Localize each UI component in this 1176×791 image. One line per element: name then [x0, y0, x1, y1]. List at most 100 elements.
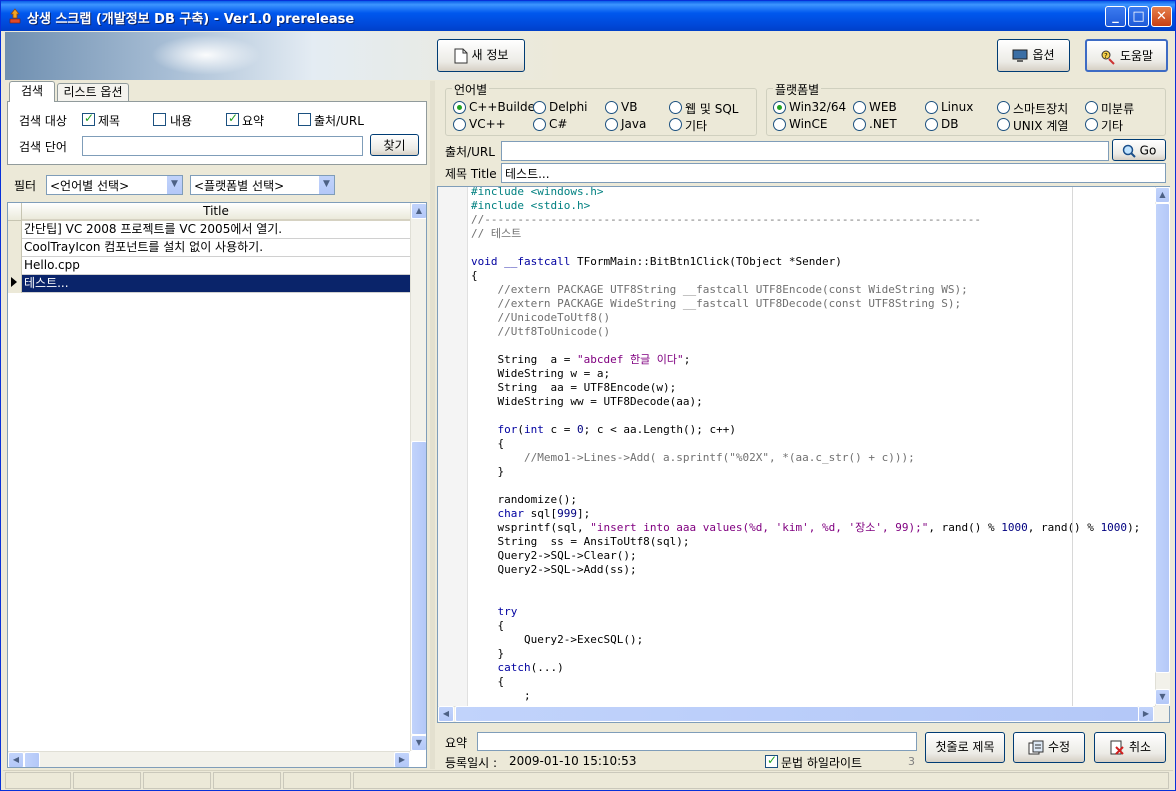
scroll-up-icon[interactable]: ▲ — [411, 203, 426, 219]
find-label: 찾기 — [383, 138, 406, 153]
platform-filter-select[interactable]: <플랫폼별 선택> ▼ — [190, 175, 335, 195]
list-row-title: 간단팁] VC 2008 프로젝트를 VC 2005에서 열기. — [24, 222, 283, 236]
tab-search[interactable]: 검색 — [9, 81, 55, 102]
scroll-down-icon[interactable]: ▼ — [411, 735, 426, 751]
search-keyword-label: 검색 단어 — [19, 140, 67, 154]
lang-radio-java[interactable] — [605, 118, 618, 131]
editor-horizontal-scrollbar[interactable]: ◀ ▶ — [438, 706, 1155, 722]
plat-radio-db[interactable] — [925, 118, 938, 131]
lang-radio-vcpp[interactable] — [453, 118, 466, 131]
help-button[interactable]: ? 도움말 — [1085, 39, 1168, 72]
code-line: //Utf8ToUnicode() — [471, 325, 611, 338]
plat-radio-other[interactable] — [1085, 118, 1098, 131]
plat-label-unclassified: 미분류 — [1101, 102, 1135, 116]
lang-label-delphi: Delphi — [549, 100, 588, 114]
scroll-left-icon[interactable]: ◀ — [8, 752, 24, 767]
plat-radio-linux[interactable] — [925, 101, 938, 114]
plat-radio-unix[interactable] — [997, 118, 1010, 131]
maximize-button[interactable]: □ — [1128, 6, 1149, 27]
source-url-input[interactable] — [501, 141, 1109, 161]
code-line: String aa = UTF8Encode(w); — [471, 381, 677, 394]
go-label: Go — [1139, 143, 1157, 158]
list-scroll-thumb[interactable] — [411, 441, 426, 735]
lang-radio-delphi[interactable] — [533, 101, 546, 114]
scroll-right-icon[interactable]: ▶ — [394, 752, 410, 767]
lang-radio-csharp[interactable] — [533, 118, 546, 131]
column-title-label: Title — [203, 204, 229, 218]
close-button[interactable]: ✕ — [1151, 6, 1172, 27]
target-summary-checkbox[interactable] — [226, 111, 239, 126]
plat-label-other: 기타 — [1101, 119, 1124, 133]
tab-list-options[interactable]: 리스트 옵션 — [57, 83, 129, 101]
list-row[interactable]: 간단팁] VC 2008 프로젝트를 VC 2005에서 열기. — [22, 221, 410, 239]
search-keyword-input[interactable] — [82, 136, 363, 156]
language-filter-select[interactable]: <언어별 선택> ▼ — [46, 175, 183, 195]
code-text: #include <windows.h> #include <stdio.h>//… — [471, 187, 1140, 703]
list-hscroll-thumb[interactable] — [24, 752, 40, 767]
list-row-title: Hello.cpp — [24, 258, 80, 272]
cancel-button[interactable]: 취소 — [1094, 732, 1166, 763]
lang-radio-vb[interactable] — [605, 101, 618, 114]
search-target-label: 검색 대상 — [19, 114, 67, 128]
list-row-title: 테스트... — [24, 276, 69, 290]
target-source-label: 출처/URL — [314, 114, 364, 128]
code-line: String a = "abcdef 한글 이다"; — [471, 353, 691, 366]
code-line: //UnicodeToUtf8() — [471, 311, 611, 324]
app-icon — [9, 8, 21, 24]
code-line: { — [471, 619, 505, 632]
list-horizontal-scrollbar[interactable]: ◀ ▶ — [8, 751, 410, 767]
syntax-highlight-checkbox[interactable] — [765, 753, 778, 768]
target-title-checkbox[interactable] — [82, 111, 95, 126]
chevron-down-icon: ▼ — [318, 176, 334, 194]
title-list-grid[interactable]: Title 간단팁] VC 2008 프로젝트를 VC 2005에서 열기. C… — [7, 202, 427, 768]
code-line: Query2->SQL->Clear(); — [471, 549, 637, 562]
plat-radio-web[interactable] — [853, 101, 866, 114]
code-editor[interactable]: #include <windows.h> #include <stdio.h>//… — [438, 187, 1155, 706]
first-line-title-button[interactable]: 첫줄로 제목 — [925, 732, 1005, 763]
code-line: WideString ww = UTF8Decode(aa); — [471, 395, 703, 408]
edit-button[interactable]: 수정 — [1013, 732, 1085, 763]
list-row-selected[interactable]: 테스트... — [22, 275, 410, 293]
lang-radio-other[interactable] — [669, 118, 682, 131]
plat-radio-win32[interactable] — [773, 101, 786, 114]
title-field-input[interactable]: 테스트... — [501, 163, 1166, 183]
plat-radio-smart[interactable] — [997, 101, 1010, 114]
code-line: #include <stdio.h> — [471, 199, 591, 212]
plat-label-web: WEB — [869, 100, 897, 114]
target-source-checkbox[interactable] — [298, 113, 311, 126]
lang-radio-web-sql[interactable] — [669, 101, 682, 114]
find-button[interactable]: 찾기 — [370, 134, 419, 156]
list-vertical-scrollbar[interactable]: ▲ ▼ — [410, 203, 426, 751]
minimize-icon: _ — [1112, 9, 1119, 24]
row-pointer-icon — [11, 277, 17, 287]
scroll-right-icon[interactable]: ▶ — [1138, 706, 1154, 722]
plat-radio-dotnet[interactable] — [853, 118, 866, 131]
panel-splitter[interactable] — [430, 81, 435, 769]
scroll-up-icon[interactable]: ▲ — [1155, 187, 1170, 203]
grid-column-header[interactable]: Title — [22, 203, 410, 221]
lang-label-web-sql: 웹 및 SQL — [685, 102, 739, 116]
code-line: } — [471, 647, 505, 660]
scroll-down-icon[interactable]: ▼ — [1155, 689, 1170, 705]
lang-radio-cppbuilder[interactable] — [453, 101, 466, 114]
syntax-highlight-label: 문법 하일라이트 — [781, 756, 863, 770]
options-button[interactable]: 옵션 — [997, 39, 1070, 72]
target-content-checkbox[interactable] — [153, 113, 166, 126]
editor-hscroll-thumb[interactable] — [455, 706, 1139, 722]
close-icon: ✕ — [1156, 9, 1167, 24]
scroll-left-icon[interactable]: ◀ — [438, 706, 454, 722]
code-line: //--------------------------------------… — [471, 213, 981, 226]
code-line: catch(...) — [497, 661, 564, 674]
go-button[interactable]: Go — [1112, 139, 1166, 161]
minimize-button[interactable]: _ — [1105, 6, 1126, 27]
new-info-button[interactable]: 새 정보 — [437, 39, 525, 72]
editor-vertical-scrollbar[interactable]: ▲ ▼ — [1155, 187, 1170, 706]
list-row[interactable]: CoolTrayIcon 컴포넌트를 설치 없이 사용하기. — [22, 239, 410, 257]
editor-scroll-thumb[interactable] — [1155, 203, 1170, 673]
list-row[interactable]: Hello.cpp — [22, 257, 410, 275]
title-bar[interactable]: 상생 스크랩 (개발정보 DB 구축) - Ver1.0 prerelease … — [1, 1, 1175, 31]
plat-radio-wince[interactable] — [773, 118, 786, 131]
plat-radio-unclassified[interactable] — [1085, 101, 1098, 114]
summary-input[interactable] — [477, 732, 917, 751]
